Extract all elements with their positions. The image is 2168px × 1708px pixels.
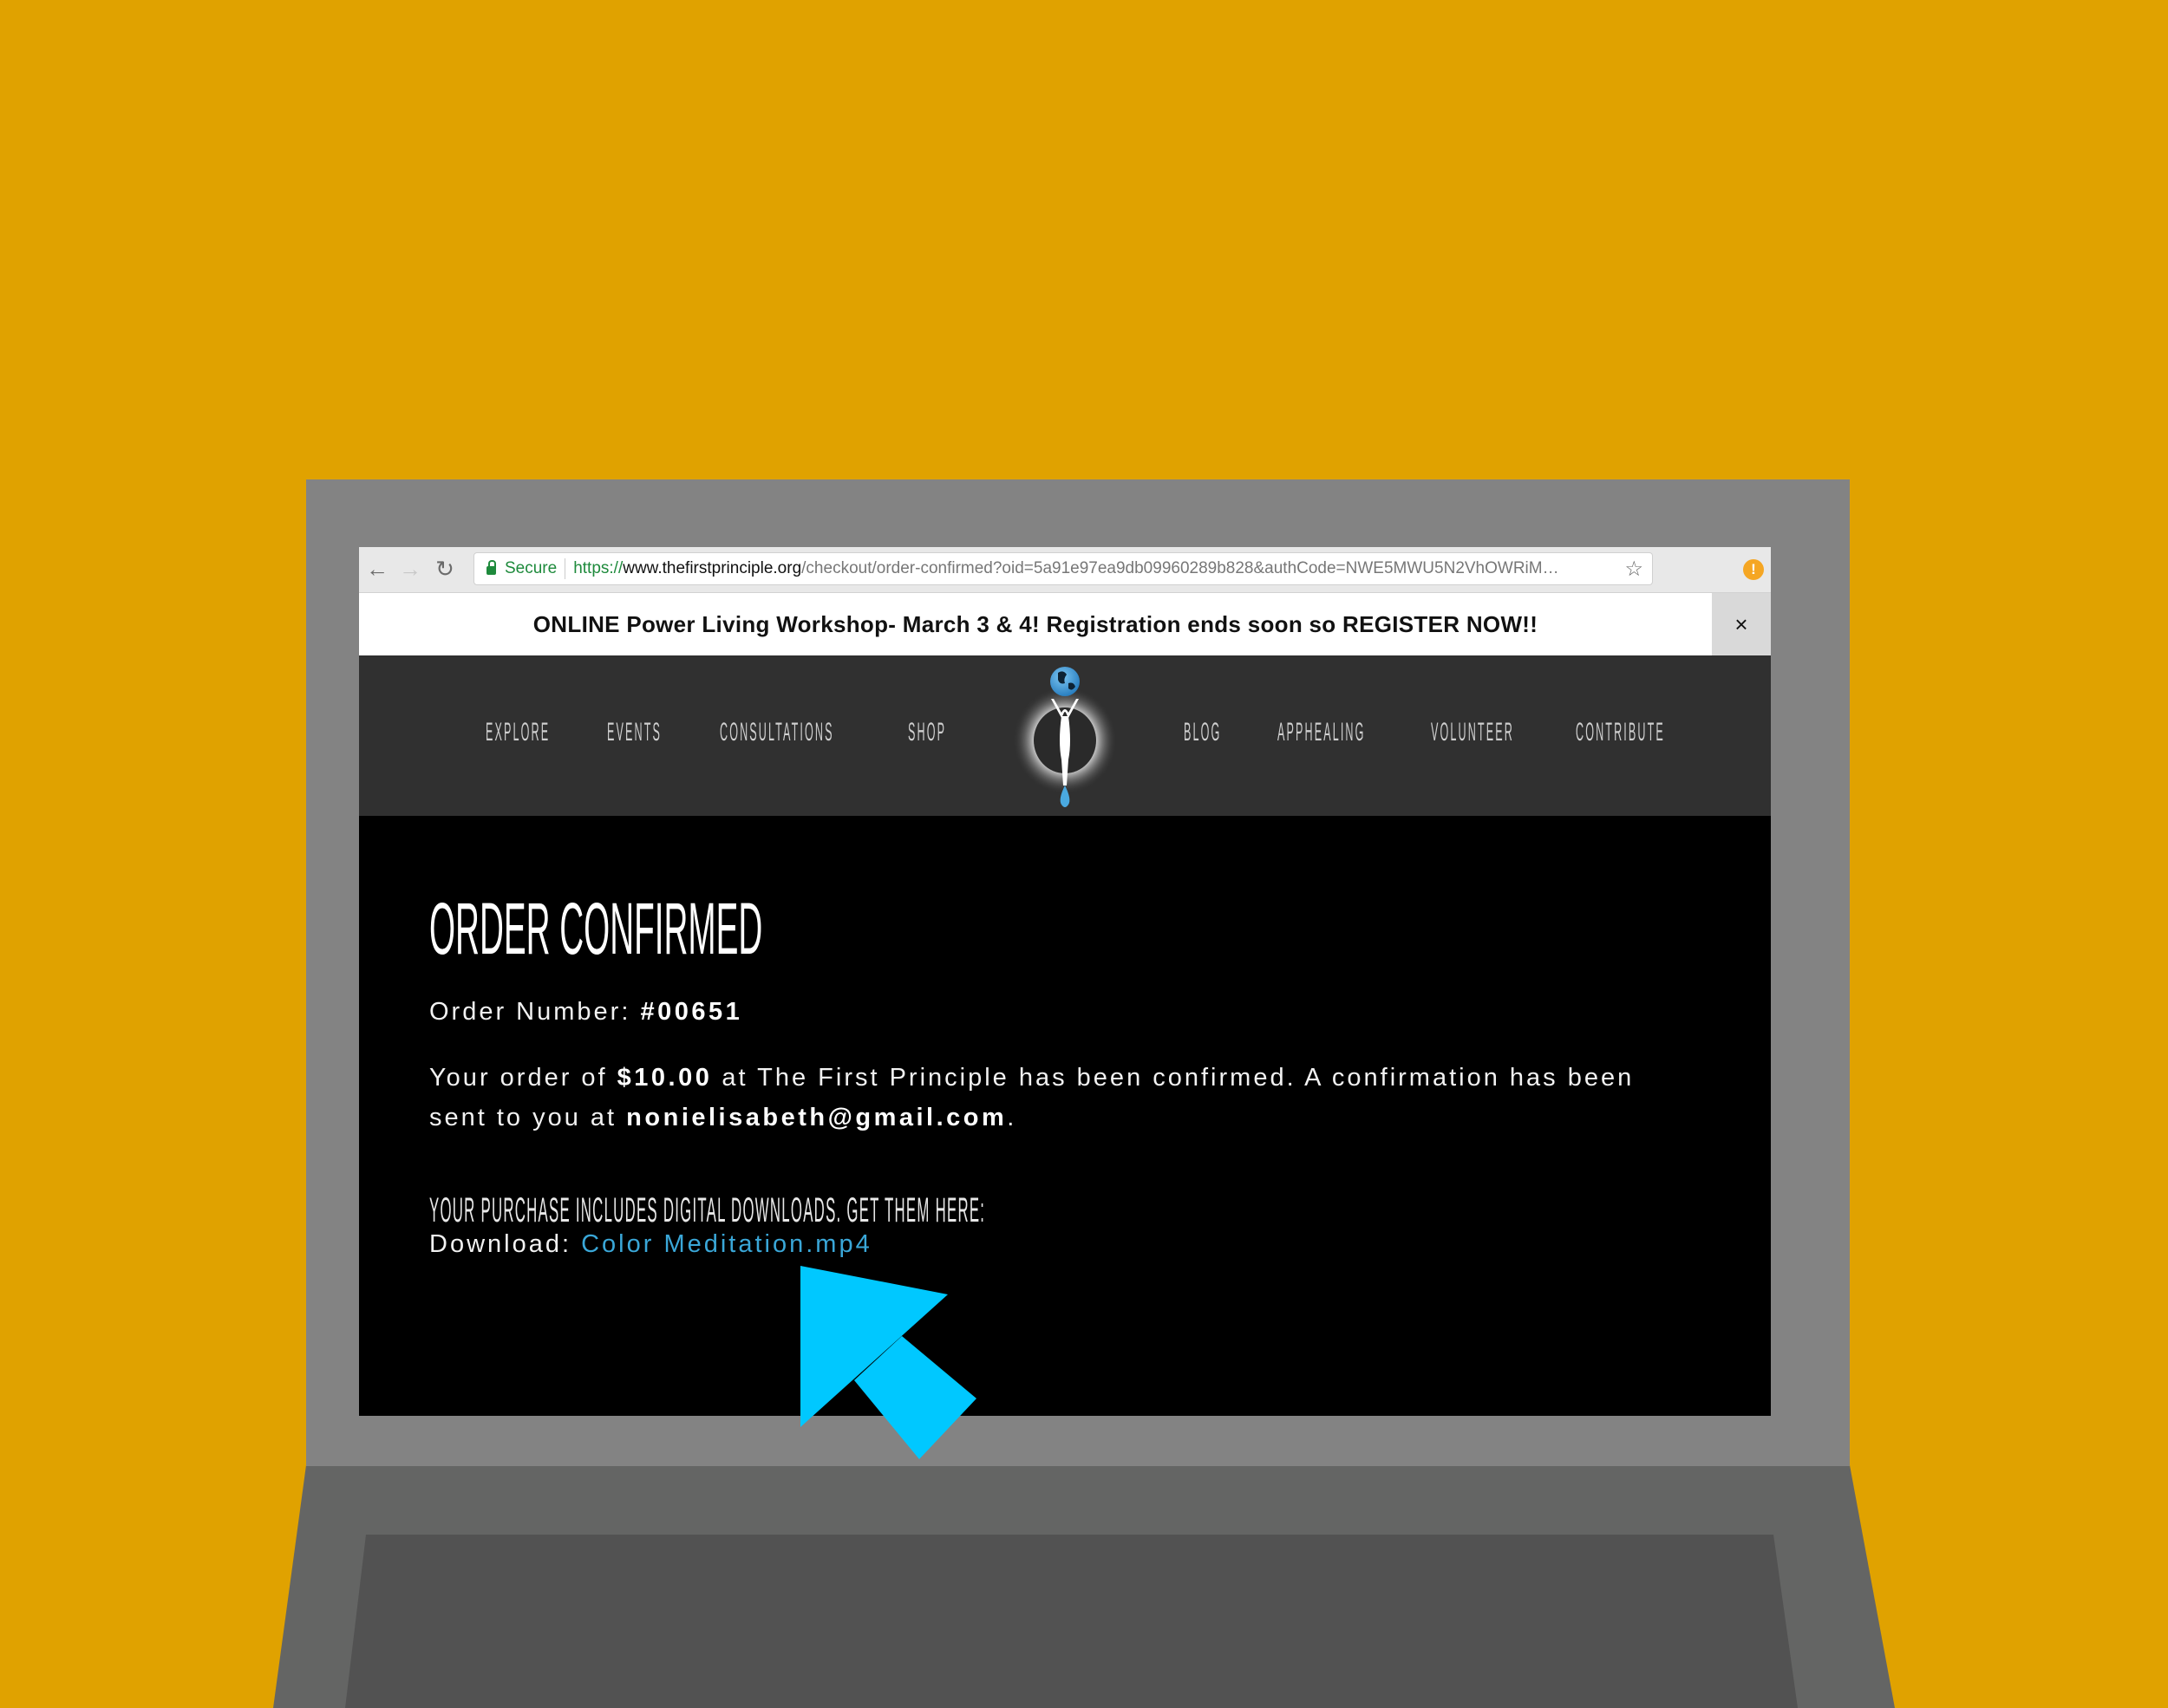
download-link[interactable]: Color Meditation.mp4 (581, 1230, 872, 1258)
url-host: www.thefirstprinciple.org (623, 559, 802, 577)
close-icon: × (1734, 610, 1748, 637)
url-path: /checkout/order-confirmed?oid=5a91e97ea9… (801, 559, 1559, 577)
alert-glyph: ! (1751, 561, 1756, 577)
announcement-close-button[interactable]: × (1712, 593, 1771, 655)
order-number-label: Order Number: (429, 998, 641, 1026)
nav-item-events[interactable]: EVENTS (607, 718, 662, 747)
message-text: Your order of (429, 1064, 617, 1092)
nav-item-blog[interactable]: BLOG (1184, 718, 1221, 747)
site-navigation: EXPLORE EVENTS CONSULTATIONS SHOP BLOG A… (359, 655, 1771, 816)
nav-item-contribute[interactable]: CONTRIBUTE (1576, 718, 1665, 747)
download-line: Download: Color Meditation.mp4 (429, 1230, 872, 1259)
announcement-text: ONLINE Power Living Workshop- March 3 & … (532, 610, 1538, 637)
nav-item-apphealing[interactable]: APPHEALING (1277, 718, 1366, 747)
downloads-heading: YOUR PURCHASE INCLUDES DIGITAL DOWNLOADS… (429, 1191, 986, 1229)
nav-item-shop[interactable]: SHOP (908, 718, 946, 747)
message-text: . (1007, 1104, 1017, 1131)
secure-label: Secure (505, 559, 558, 577)
announcement-bar: ONLINE Power Living Workshop- March 3 & … (359, 593, 1712, 655)
globe-figure-logo-icon[interactable] (1013, 664, 1117, 812)
confirmation-message-line-2: sent to you at nonielisabeth@gmail.com. (429, 1104, 1016, 1132)
order-number-value: #00651 (640, 998, 743, 1026)
address-bar[interactable]: Secure https://www.thefirstprinciple.org… (473, 552, 1653, 585)
url-scheme: https:// (573, 559, 624, 577)
laptop-deck (273, 1465, 1895, 1708)
star-icon[interactable]: ☆ (1624, 557, 1643, 582)
reload-icon: ↻ (435, 555, 454, 582)
keyboard-area (345, 1535, 1798, 1708)
forward-button[interactable]: → (397, 556, 423, 582)
message-text: at The First Principle has been confirme… (712, 1064, 1635, 1092)
nav-item-consultations[interactable]: CONSULTATIONS (720, 718, 834, 747)
download-label: Download: (429, 1230, 582, 1258)
order-amount: $10.00 (617, 1064, 713, 1092)
alert-icon[interactable]: ! (1743, 559, 1764, 580)
arrow-right-icon: → (399, 555, 421, 582)
customer-email: nonielisabeth@gmail.com (626, 1104, 1008, 1131)
browser-window: ← → ↻ Secure https://www.thefirstprincip… (359, 547, 1771, 1416)
confirmation-message-line-1: Your order of $10.00 at The First Princi… (429, 1064, 1634, 1092)
back-button[interactable]: ← (364, 556, 390, 582)
order-confirmation-content: ORDER CONFIRMED Order Number: #00651 You… (359, 816, 1771, 1416)
arrow-left-icon: ← (366, 555, 389, 582)
page-title: ORDER CONFIRMED (429, 888, 763, 969)
nav-item-explore[interactable]: EXPLORE (486, 718, 550, 747)
order-number-line: Order Number: #00651 (429, 998, 742, 1027)
browser-toolbar: ← → ↻ Secure https://www.thefirstprincip… (359, 547, 1771, 593)
nav-item-volunteer[interactable]: VOLUNTEER (1431, 718, 1514, 747)
message-text: sent to you at (429, 1104, 627, 1131)
reload-button[interactable]: ↻ (432, 556, 458, 582)
lock-icon (486, 560, 496, 575)
